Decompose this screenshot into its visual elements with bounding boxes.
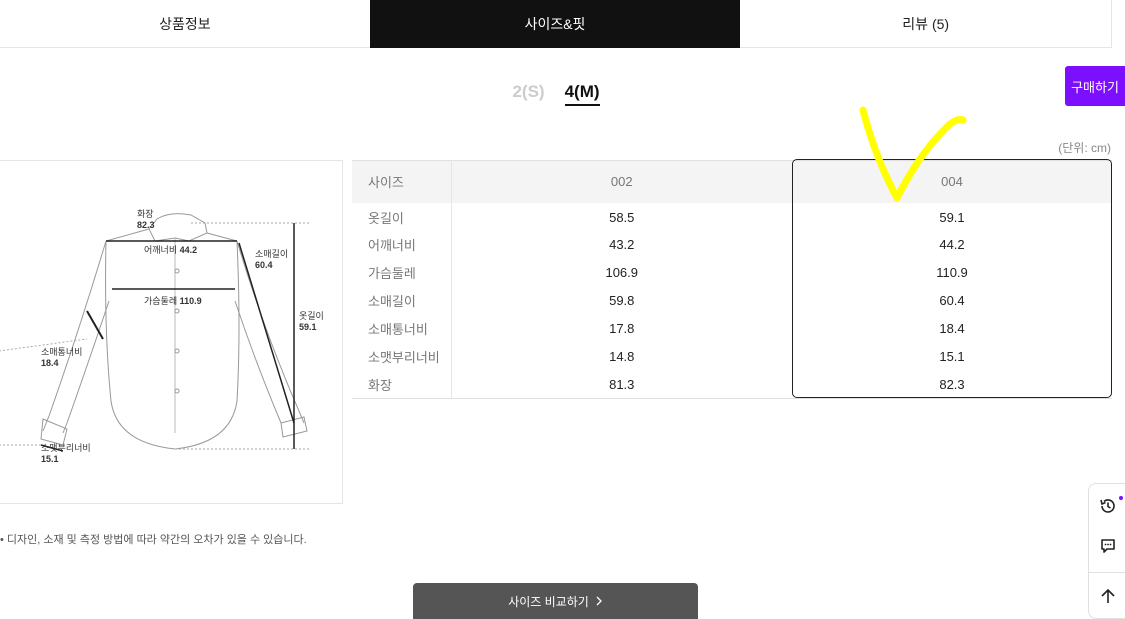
header-002: 002 [451,160,792,203]
size-option-s[interactable]: 2(S) [512,82,544,106]
tab-reviews[interactable]: 리뷰 (5) [740,0,1111,48]
table-row: 화장 81.3 82.3 [352,370,1112,399]
yellow-check-annotation [859,106,967,202]
cell-004: 18.4 [939,321,965,336]
measurement-note: • 디자인, 소재 및 측정 방법에 따라 약간의 오차가 있을 수 있습니다. [0,534,307,546]
row-label: 가슴둘레 [352,258,452,287]
size-illustration: 화장 82.3 어깨너비 44.2 소매길이 60.4 가슴둘레 110.9 옷… [0,160,343,504]
row-label: 소맷부리너비 [352,342,452,371]
tab-size-fit[interactable]: 사이즈&핏 [369,0,741,48]
cell-004: 44.2 [939,237,965,252]
label-cuff: 소맷부리너비 15.1 [41,443,91,464]
label-sleeve-width: 소매통너비 18.4 [41,347,83,368]
chat-icon [1100,539,1115,553]
table-row: 옷길이 58.5 59.1 [352,202,1112,231]
cell-004: 110.9 [936,265,968,280]
header-size: 사이즈 [352,160,452,203]
scroll-to-top-button[interactable] [1089,572,1125,618]
cell-004: 60.4 [939,293,965,308]
tab-product-info[interactable]: 상품정보 [0,0,370,48]
size-compare-label: 사이즈 비교하기 [508,594,589,609]
cell-002: 59.8 [609,293,635,308]
table-row: 소매통너비 17.8 18.4 [352,314,1112,343]
row-label: 어깨너비 [352,230,452,259]
cell-002: 43.2 [609,237,635,252]
arrow-up-icon [1100,588,1115,603]
cell-002: 81.3 [609,376,635,392]
size-compare-button[interactable]: 사이즈 비교하기 [413,583,698,619]
label-hwajang: 화장 82.3 [137,209,155,230]
row-label: 소매길이 [352,286,452,315]
table-row: 가슴둘레 106.9 110.9 [352,258,1112,287]
label-chest: 가슴둘레 110.9 [144,296,202,306]
table-row: 소매길이 59.8 60.4 [352,286,1112,315]
label-shoulder: 어깨너비 44.2 [144,245,198,255]
cell-002: 14.8 [609,349,635,364]
recent-history-icon [1099,499,1115,513]
recent-history-button[interactable] [1089,486,1125,526]
size-option-m[interactable]: 4(M) [564,82,600,106]
floating-side-panel [1088,483,1125,619]
table-row: 어깨너비 43.2 44.2 [352,230,1112,259]
cell-002: 17.8 [609,321,635,336]
table-header-row: 사이즈 002 004 [352,160,1112,203]
label-total-length: 옷길이 59.1 [299,311,324,332]
tab-bar: 상품정보 사이즈&핏 리뷰 (5) [0,0,1112,48]
chevron-right-icon [596,596,602,606]
row-label: 화장 [352,370,452,399]
table-row: 소맷부리너비 14.8 15.1 [352,342,1112,371]
size-table: 사이즈 002 004 옷길이 58.5 59.1 어깨너비 43.2 44.2… [352,160,1112,399]
row-label: 소매통너비 [352,314,452,343]
cell-002: 58.5 [609,210,635,225]
label-sleeve-length: 소매길이 60.4 [255,249,289,270]
unit-label: (단위: cm) [1058,141,1111,155]
notification-dot [1119,496,1123,500]
chat-button[interactable] [1089,526,1125,566]
cell-004: 82.3 [939,376,965,392]
row-label: 옷길이 [352,202,452,231]
cell-002: 106.9 [605,265,639,280]
cell-004: 15.1 [939,349,965,364]
